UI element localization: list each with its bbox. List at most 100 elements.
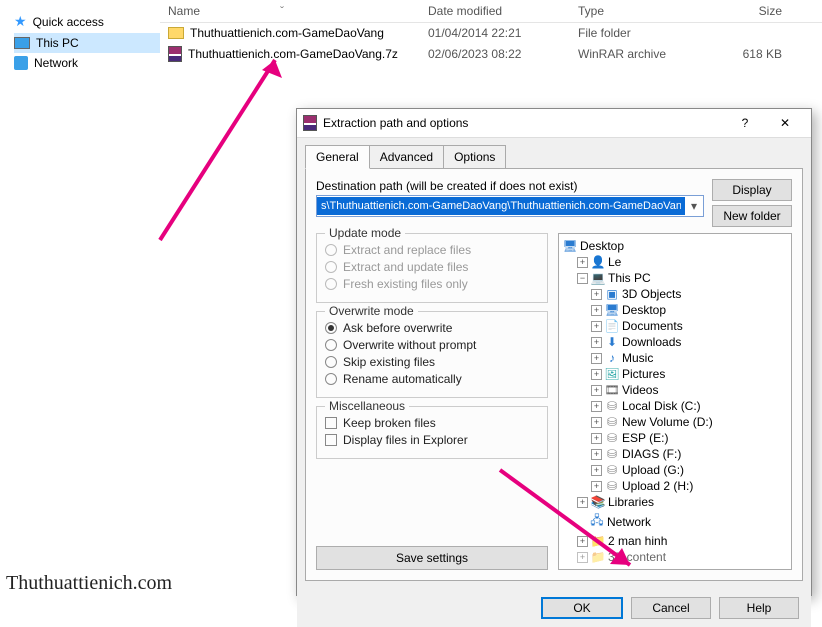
tree-label[interactable]: This PC [608,271,651,285]
col-size[interactable]: Size [710,4,790,18]
rar-icon [168,46,182,62]
tree-label[interactable]: Upload 2 (H:) [622,479,693,493]
help-button[interactable]: Help [719,597,799,619]
tree-label[interactable]: 2 man hinh [608,534,667,548]
file-type: File folder [570,26,710,40]
sidebar-this-pc[interactable]: This PC [14,33,160,53]
check-keep-broken[interactable]: Keep broken files [325,416,539,430]
tree-label[interactable]: Documents [622,319,683,333]
close-icon: ✕ [780,116,790,130]
tree-label[interactable]: Pictures [622,367,665,381]
tree-label[interactable]: DIAGS (F:) [622,447,681,461]
folder-icon: 📁 [591,534,605,548]
tree-label[interactable]: New Volume (D:) [622,415,713,429]
folder-tree[interactable]: 🖥Desktop +👤Le −💻This PC +▣3D Objects +🖥D… [558,233,792,570]
sidebar-label: Network [34,56,78,70]
tree-label[interactable]: Le [608,255,621,269]
tree-label[interactable]: Desktop [622,303,666,317]
display-button[interactable]: Display [712,179,792,201]
sidebar-label: This PC [36,36,79,50]
expand-icon[interactable]: + [591,433,602,444]
tree-label[interactable]: Music [622,351,653,365]
file-type: WinRAR archive [570,47,710,61]
radio-extract-update: Extract and update files [325,260,539,274]
col-name[interactable]: Name [168,4,200,18]
expand-icon[interactable]: + [591,385,602,396]
path-field[interactable] [317,197,685,215]
tree-label[interactable]: 3D Objects [622,287,681,301]
save-settings-button[interactable]: Save settings [316,546,548,570]
sidebar-quick-access[interactable]: ★ Quick access [14,10,160,33]
tree-label[interactable]: Upload (G:) [622,463,684,477]
tab-advanced[interactable]: Advanced [369,145,444,169]
tree-label[interactable]: Videos [622,383,658,397]
expand-icon[interactable]: + [591,417,602,428]
radio-no-prompt[interactable]: Overwrite without prompt [325,338,539,352]
watermark-text: Thuthuattienich.com [6,572,172,595]
radio-fresh-only: Fresh existing files only [325,277,539,291]
explorer-sidebar: ★ Quick access This PC Network [0,0,160,601]
tree-label[interactable]: Network [607,515,651,529]
collapse-icon[interactable]: − [577,273,588,284]
expand-icon[interactable]: + [577,552,588,563]
expand-icon[interactable]: + [577,497,588,508]
expand-icon[interactable]: + [591,481,602,492]
file-size: 618 KB [710,47,790,61]
user-icon: 👤 [591,255,605,269]
tree-label[interactable]: Libraries [608,495,654,509]
sidebar-network[interactable]: Network [14,53,160,73]
radio-skip[interactable]: Skip existing files [325,355,539,369]
radio-ask-before[interactable]: Ask before overwrite [325,321,539,335]
overwrite-mode-group: Overwrite mode Ask before overwrite Over… [316,311,548,398]
expand-icon[interactable]: + [577,536,588,547]
expand-icon[interactable]: + [591,305,602,316]
col-type[interactable]: Type [570,4,710,18]
expand-icon[interactable]: + [591,449,602,460]
expand-icon[interactable]: + [591,401,602,412]
expand-icon[interactable]: + [591,289,602,300]
expand-icon[interactable]: + [577,257,588,268]
desktop-icon: 🖥 [563,239,577,253]
dialog-titlebar[interactable]: Extraction path and options ? ✕ [297,109,811,138]
column-headers[interactable]: Nameˇ Date modified Type Size [160,0,822,23]
cancel-button[interactable]: Cancel [631,597,711,619]
help-button[interactable]: ? [725,109,765,137]
radio-rename[interactable]: Rename automatically [325,372,539,386]
desktop-icon: 🖥 [605,303,619,317]
tab-panel-general: Destination path (will be created if doe… [305,168,803,581]
dialog-title: Extraction path and options [323,116,725,130]
expand-icon[interactable]: + [591,369,602,380]
dropdown-chevron-icon[interactable]: ▾ [685,199,703,213]
tree-label[interactable]: Local Disk (C:) [622,399,701,413]
tree-label[interactable]: ESP (E:) [622,431,668,445]
destination-path-input[interactable]: ▾ [316,195,704,217]
expand-icon[interactable]: + [591,465,602,476]
ok-button[interactable]: OK [541,597,623,619]
documents-icon: 📄 [605,319,619,333]
tab-options[interactable]: Options [443,145,506,169]
videos-icon: 🎞 [605,383,619,397]
group-title: Overwrite mode [325,304,418,318]
tree-label[interactable]: Desktop [580,239,624,253]
file-row[interactable]: Thuthuattienich.com-GameDaoVang 01/04/20… [160,23,822,43]
file-date: 02/06/2023 08:22 [420,47,570,61]
pc-icon [14,37,30,49]
close-button[interactable]: ✕ [765,109,805,137]
tree-label[interactable]: Downloads [622,335,681,349]
file-row[interactable]: Thuthuattienich.com-GameDaoVang.7z 02/06… [160,43,822,65]
network-icon [14,56,28,70]
pc-icon: 💻 [591,271,605,285]
tree-label[interactable]: 3D content [608,550,666,564]
expand-icon[interactable]: + [591,353,602,364]
file-date: 01/04/2014 22:21 [420,26,570,40]
expand-icon[interactable]: + [591,321,602,332]
col-date[interactable]: Date modified [420,4,570,18]
tab-general[interactable]: General [305,145,370,169]
radio-extract-replace: Extract and replace files [325,243,539,257]
file-name: Thuthuattienich.com-GameDaoVang [190,26,384,40]
new-folder-button[interactable]: New folder [712,205,792,227]
folder-icon: 📁 [591,550,605,564]
expand-icon[interactable]: + [591,337,602,348]
check-display-explorer[interactable]: Display files in Explorer [325,433,539,447]
star-icon: ★ [14,13,27,30]
